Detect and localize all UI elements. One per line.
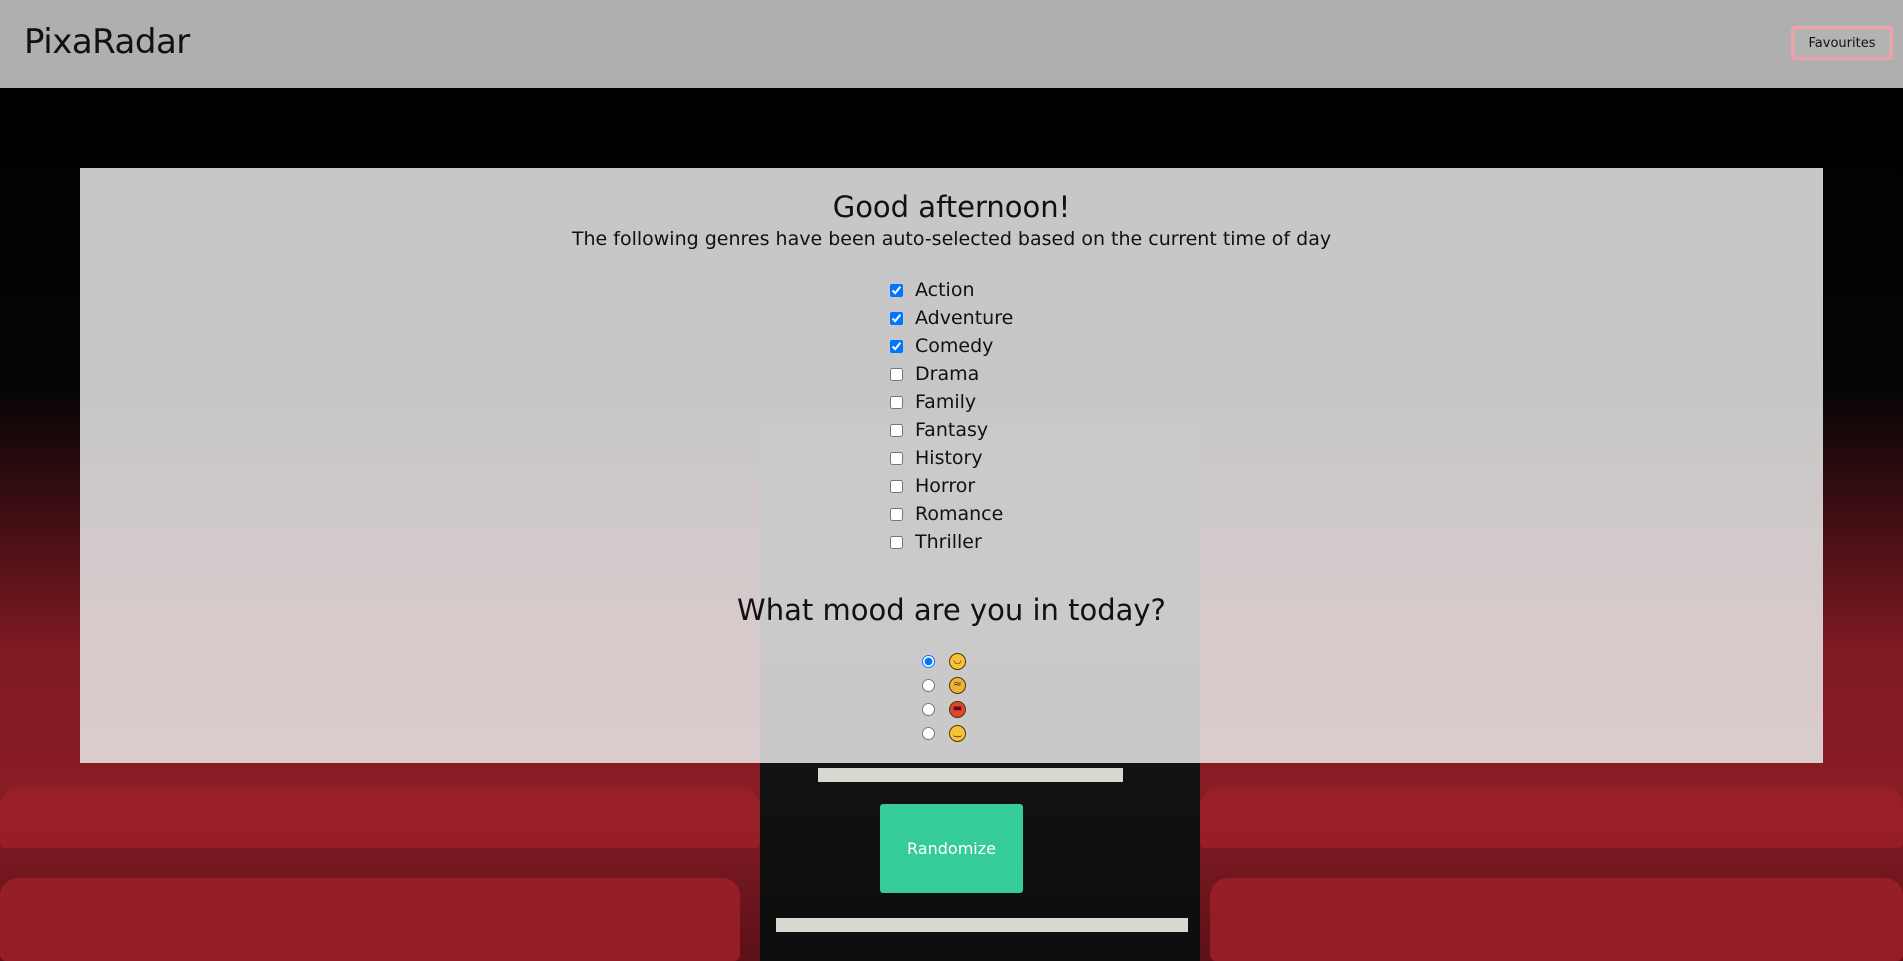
genre-option-comedy[interactable]: Comedy	[890, 332, 1013, 360]
genre-option-fantasy[interactable]: Fantasy	[890, 416, 1013, 444]
tired-face-icon: ≈	[949, 676, 966, 694]
genre-checkbox[interactable]	[890, 423, 903, 437]
happy-face-icon: ◡	[949, 652, 966, 670]
mood-radio-list: ◡ ≈ ▬ ‿	[922, 649, 966, 745]
randomize-button[interactable]: Randomize	[880, 804, 1023, 893]
mood-radio[interactable]	[922, 654, 935, 668]
genre-checkbox[interactable]	[890, 507, 903, 521]
aisle-step	[776, 918, 1188, 932]
genre-checkbox[interactable]	[890, 339, 903, 353]
genre-label: History	[915, 447, 983, 469]
seat-row-right	[1210, 878, 1903, 961]
greeting-subtitle: The following genres have been auto-sele…	[571, 228, 1332, 250]
mood-heading: What mood are you in today?	[737, 593, 1166, 627]
mood-option[interactable]: ‿	[922, 721, 966, 745]
genre-label: Horror	[915, 475, 976, 497]
neutral-face-icon: ‿	[949, 724, 966, 742]
genre-selection-panel: Good afternoon! The following genres hav…	[80, 168, 1823, 763]
genre-option-action[interactable]: Action	[890, 276, 1013, 304]
seat-row-left	[0, 788, 760, 848]
mood-option[interactable]: ≈	[922, 673, 966, 697]
genre-label: Romance	[915, 503, 1004, 525]
seat-row-left	[0, 878, 740, 961]
greeting-heading: Good afternoon!	[832, 190, 1071, 224]
seat-row-right	[1200, 788, 1903, 848]
genre-option-thriller[interactable]: Thriller	[890, 528, 1013, 556]
favourites-button[interactable]: Favourites	[1791, 26, 1893, 60]
genre-label: Action	[915, 279, 975, 301]
genre-checkbox[interactable]	[890, 283, 903, 297]
genre-checkbox-list: Action Adventure Comedy Drama Family Fantasy H…	[890, 276, 1013, 556]
genre-checkbox[interactable]	[890, 451, 903, 465]
theater-background: Good afternoon! The following genres hav…	[0, 88, 1903, 961]
genre-label: Family	[915, 391, 977, 413]
genre-option-drama[interactable]: Drama	[890, 360, 1013, 388]
mood-radio[interactable]	[922, 702, 935, 716]
mood-radio[interactable]	[922, 726, 935, 740]
mood-option[interactable]: ▬	[922, 697, 966, 721]
genre-checkbox[interactable]	[890, 311, 903, 325]
genre-option-romance[interactable]: Romance	[890, 500, 1013, 528]
genre-label: Fantasy	[915, 419, 989, 441]
genre-checkbox[interactable]	[890, 535, 903, 549]
genre-label: Thriller	[915, 531, 982, 553]
top-navbar: PixaRadar Favourites	[0, 0, 1903, 88]
aisle-step	[818, 768, 1123, 782]
genre-option-family[interactable]: Family	[890, 388, 1013, 416]
genre-checkbox[interactable]	[890, 367, 903, 381]
genre-label: Adventure	[915, 307, 1014, 329]
genre-label: Comedy	[915, 335, 994, 357]
genre-label: Drama	[915, 363, 980, 385]
genre-checkbox[interactable]	[890, 479, 903, 493]
genre-option-adventure[interactable]: Adventure	[890, 304, 1013, 332]
mood-radio[interactable]	[922, 678, 935, 692]
genre-option-horror[interactable]: Horror	[890, 472, 1013, 500]
genre-checkbox[interactable]	[890, 395, 903, 409]
angry-face-icon: ▬	[949, 700, 966, 718]
brand-logo[interactable]: PixaRadar	[24, 22, 190, 62]
genre-option-history[interactable]: History	[890, 444, 1013, 472]
mood-option[interactable]: ◡	[922, 649, 966, 673]
